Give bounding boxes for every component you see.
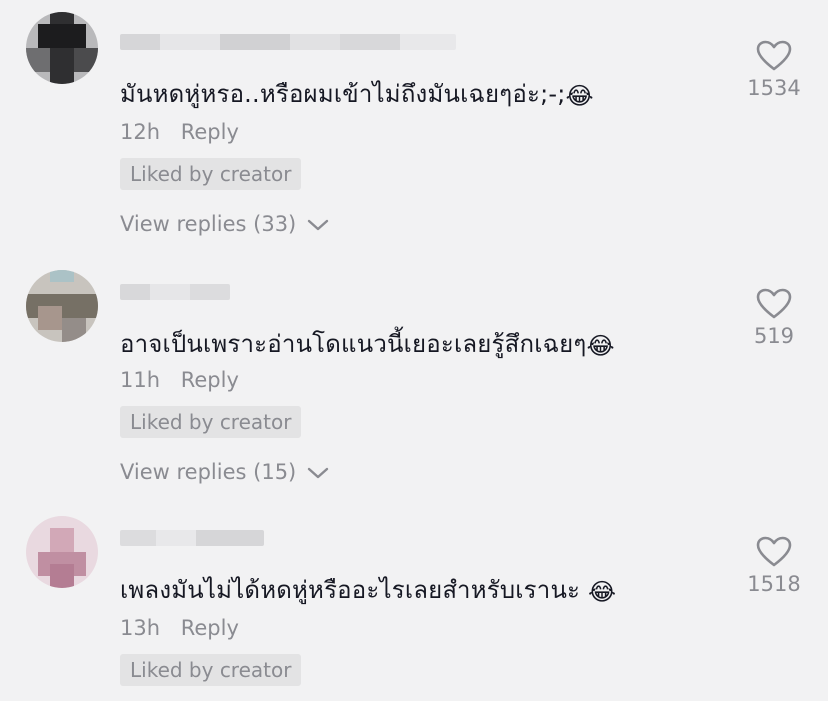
avatar[interactable]	[26, 516, 98, 588]
timestamp: 13h	[120, 616, 161, 640]
comment-text-body: เพลงมันไม่ได้หดหู่หรืออะไรเลยสำหรับเรานะ	[120, 576, 588, 604]
avatar[interactable]	[26, 12, 98, 84]
like-count: 1518	[747, 572, 801, 596]
tears-of-joy-emoji: 😂	[587, 578, 617, 606]
avatar[interactable]	[26, 270, 98, 342]
timestamp: 11h	[120, 368, 161, 392]
heart-outline-icon[interactable]	[756, 40, 792, 72]
reply-button[interactable]: Reply	[181, 368, 239, 392]
view-replies-button[interactable]: View replies (33)	[120, 212, 329, 236]
like-count: 519	[753, 324, 795, 348]
view-replies-button[interactable]: View replies (15)	[120, 460, 329, 484]
comment-meta: 11h Reply	[120, 368, 239, 392]
timestamp: 12h	[120, 120, 161, 144]
tears-of-joy-emoji: 😂	[565, 82, 594, 110]
comment-text-body: อาจเป็นเพราะอ่านโดแนวนี้เยอะเลยรู้สึกเฉย…	[120, 330, 587, 358]
comment-meta: 13h Reply	[120, 616, 239, 640]
like-control[interactable]: 519	[738, 288, 810, 348]
liked-by-creator-badge: Liked by creator	[120, 654, 302, 686]
username-blurred[interactable]	[120, 34, 456, 50]
tears-of-joy-emoji: 😂	[586, 332, 615, 360]
like-count: 1534	[747, 76, 801, 100]
comment-text: มันหดหู่หรอ..หรือผมเข้าไม่ถึงมันเฉยๆอ่ะ;…	[120, 74, 594, 113]
reply-button[interactable]: Reply	[181, 616, 239, 640]
comment-meta: 12h Reply	[120, 120, 239, 144]
view-replies-label: View replies (15)	[120, 460, 297, 484]
username-blurred[interactable]	[120, 530, 264, 546]
heart-outline-icon[interactable]	[756, 536, 792, 568]
reply-button[interactable]: Reply	[181, 120, 239, 144]
liked-by-creator-badge: Liked by creator	[120, 158, 302, 190]
heart-outline-icon[interactable]	[756, 288, 792, 320]
like-control[interactable]: 1534	[738, 40, 810, 100]
username-blurred[interactable]	[120, 284, 230, 300]
view-replies-label: View replies (33)	[120, 212, 297, 236]
chevron-down-icon	[307, 219, 329, 231]
liked-by-creator-badge: Liked by creator	[120, 406, 302, 438]
comment-text-body: มันหดหู่หรอ..หรือผมเข้าไม่ถึงมันเฉยๆอ่ะ;…	[120, 80, 566, 108]
chevron-down-icon	[307, 467, 329, 479]
comment-text: เพลงมันไม่ได้หดหู่หรืออะไรเลยสำหรับเรานะ…	[120, 570, 616, 609]
comment-text: อาจเป็นเพราะอ่านโดแนวนี้เยอะเลยรู้สึกเฉย…	[120, 324, 615, 363]
like-control[interactable]: 1518	[738, 536, 810, 596]
